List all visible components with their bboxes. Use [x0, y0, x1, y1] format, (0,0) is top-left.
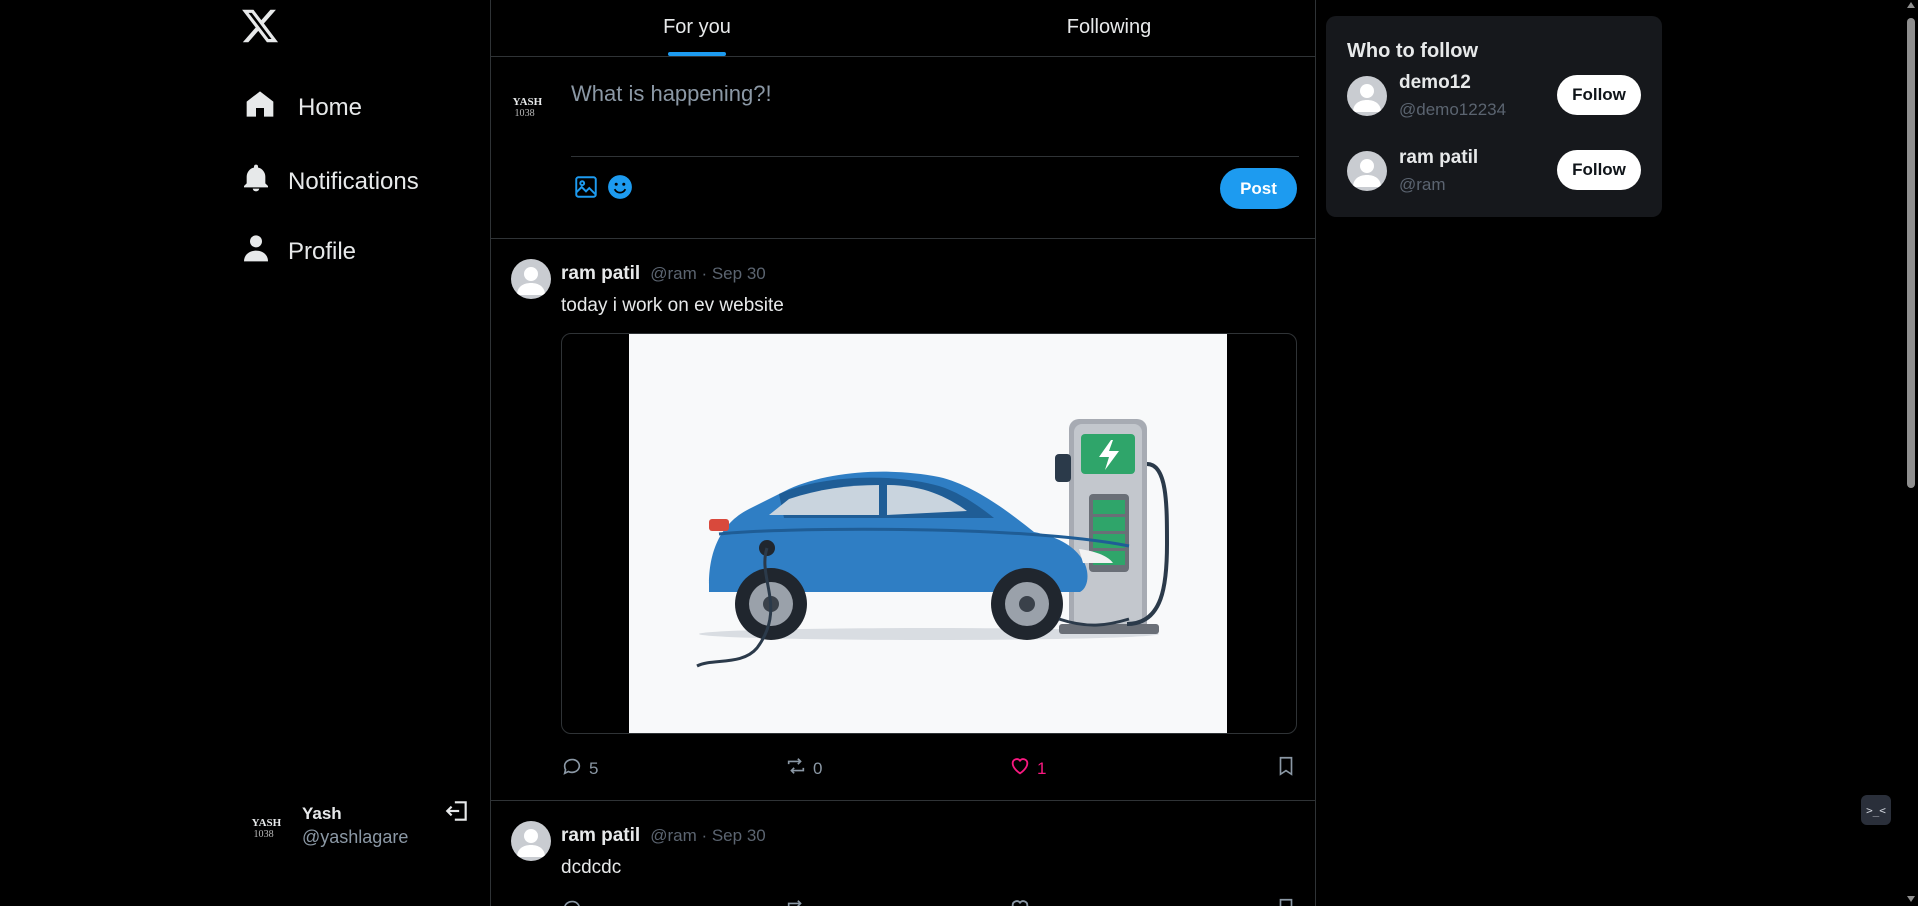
bookmark-button[interactable]: [1275, 755, 1297, 782]
tab-following[interactable]: Following: [903, 0, 1315, 56]
avatar[interactable]: [1347, 151, 1387, 191]
scroll-thumb[interactable]: [1907, 18, 1915, 488]
ev-car-charging-image: [629, 334, 1227, 733]
suggested-user-handle: @demo12234: [1399, 100, 1507, 119]
tweet[interactable]: ram patil @ram · Sep 30 today i work on …: [491, 239, 1315, 801]
logout-icon[interactable]: [444, 798, 470, 824]
like-button[interactable]: [1009, 897, 1031, 906]
composer-toolbar: [573, 174, 633, 200]
tweet-media[interactable]: [561, 333, 1297, 734]
follow-button[interactable]: Follow: [1557, 75, 1641, 115]
suggested-user-name[interactable]: ram patil: [1399, 147, 1478, 169]
tab-following-label: Following: [1066, 16, 1152, 38]
nav-notifications[interactable]: Notifications: [240, 162, 419, 201]
reply-button[interactable]: 5: [561, 755, 598, 782]
scroll-up-arrow-icon[interactable]: [1907, 2, 1915, 8]
tweet-meta: @ram · Sep 30: [650, 264, 766, 283]
account-switcher[interactable]: YASH 1038 Yash @yashlagare: [246, 800, 476, 852]
avatar[interactable]: [1347, 76, 1387, 116]
comment-icon: [561, 897, 583, 906]
composer-avatar: YASH 1038: [507, 81, 555, 129]
active-tab-indicator: [668, 52, 726, 56]
reply-count: 5: [589, 758, 599, 778]
heart-icon: [1009, 897, 1031, 906]
avatar: YASH 1038: [246, 802, 294, 850]
post-button[interactable]: Post: [1220, 168, 1297, 209]
svg-text:1038: 1038: [515, 108, 535, 119]
retweet-button[interactable]: [785, 897, 807, 906]
suggested-user-name[interactable]: demo12: [1399, 72, 1471, 94]
page-scrollbar[interactable]: [1904, 0, 1918, 906]
bookmark-button[interactable]: [1275, 897, 1297, 906]
compose-input[interactable]: [571, 81, 1291, 107]
comment-icon: [561, 755, 583, 782]
scroll-down-arrow-icon[interactable]: [1907, 896, 1915, 902]
nav-home[interactable]: Home: [244, 88, 362, 127]
tweet[interactable]: ram patil @ram · Sep 30 dcdcdc: [491, 801, 1315, 906]
retweet-count: 0: [813, 758, 823, 778]
dev-tools-icon[interactable]: >_<: [1861, 795, 1891, 825]
account-handle: @yashlagare: [302, 827, 409, 847]
who-to-follow-panel: Who to follow demo12 @demo12234 Follow r…: [1326, 16, 1662, 217]
follow-button[interactable]: Follow: [1557, 150, 1641, 190]
home-icon: [244, 88, 276, 127]
suggested-user[interactable]: ram patil @ram Follow: [1347, 147, 1647, 197]
tweet-actions: 5 0 1: [561, 755, 1297, 781]
bookmark-icon: [1275, 897, 1297, 906]
retweet-icon: [785, 755, 807, 782]
tweet-text: today i work on ev website: [561, 295, 784, 316]
tweet-author-name[interactable]: ram patil: [561, 263, 640, 285]
avatar[interactable]: [511, 821, 551, 861]
who-to-follow-title: Who to follow: [1347, 40, 1479, 62]
main-feed: For you Following YASH 1038 Post: [490, 0, 1316, 906]
like-button[interactable]: 1: [1009, 755, 1046, 782]
x-logo-icon[interactable]: [240, 6, 280, 50]
nav-home-label: Home: [298, 93, 363, 121]
tweet-composer: YASH 1038 Post: [491, 57, 1315, 239]
account-name: Yash: [302, 804, 342, 823]
avatar-text: YASH: [252, 817, 282, 829]
user-icon: [240, 232, 272, 271]
emoji-icon[interactable]: [607, 174, 633, 200]
nav-notifications-label: Notifications: [288, 167, 419, 195]
nav-profile-label: Profile: [288, 237, 357, 265]
tweet-meta: @ram · Sep 30: [650, 826, 766, 845]
tweet-actions: [561, 897, 1297, 906]
like-count: 1: [1037, 758, 1047, 778]
image-icon[interactable]: [573, 174, 599, 200]
tab-for-you[interactable]: For you: [491, 0, 903, 56]
heart-icon: [1009, 755, 1031, 782]
bell-icon: [240, 162, 272, 201]
bookmark-icon: [1275, 755, 1297, 782]
feed-tabs: For you Following: [491, 0, 1315, 57]
tweet-text: dcdcdc: [561, 857, 622, 878]
composer-divider: [571, 156, 1299, 157]
tab-for-you-label: For you: [663, 16, 731, 38]
tweet-author-name[interactable]: ram patil: [561, 825, 640, 847]
reply-button[interactable]: [561, 897, 583, 906]
avatar[interactable]: [511, 259, 551, 299]
left-sidebar: Home Notifications Profile YASH 1038 Yas…: [0, 0, 490, 906]
svg-text:1038: 1038: [254, 829, 274, 840]
suggested-user-handle: @ram: [1399, 175, 1446, 194]
retweet-button[interactable]: 0: [785, 755, 822, 782]
nav-profile[interactable]: Profile: [240, 232, 356, 271]
retweet-icon: [785, 897, 807, 906]
composer-avatar-text: YASH: [513, 96, 543, 108]
suggested-user[interactable]: demo12 @demo12234 Follow: [1347, 72, 1647, 122]
